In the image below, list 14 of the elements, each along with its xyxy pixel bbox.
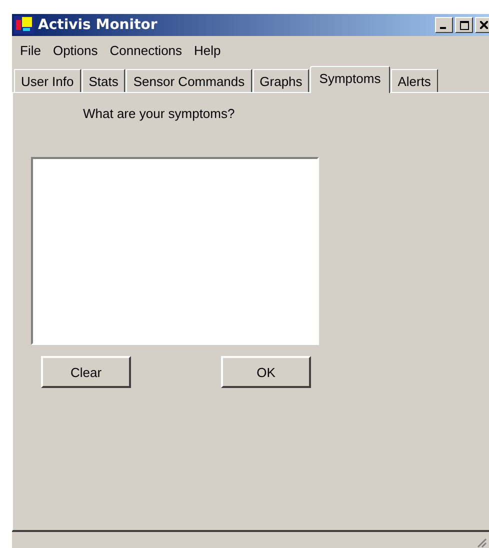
tab[interactable]: Sensor Commands bbox=[126, 69, 252, 92]
menu-item[interactable]: Options bbox=[46, 42, 104, 58]
tab[interactable]: Graphs bbox=[252, 69, 310, 92]
menu-item[interactable]: Connections bbox=[104, 42, 188, 58]
tab[interactable]: Symptoms bbox=[310, 66, 390, 93]
menu-item[interactable]: Help bbox=[188, 42, 227, 58]
ok-button[interactable]: OK bbox=[221, 356, 311, 388]
window-title: Activis Monitor bbox=[38, 17, 158, 33]
menu-item[interactable]: File bbox=[14, 42, 47, 58]
prompt-label: What are your symptoms? bbox=[83, 106, 236, 121]
tab[interactable]: Stats bbox=[82, 69, 126, 92]
tab[interactable]: Alerts bbox=[390, 69, 438, 92]
tab[interactable]: User Info bbox=[14, 69, 81, 92]
clear-button[interactable]: Clear bbox=[41, 356, 131, 388]
